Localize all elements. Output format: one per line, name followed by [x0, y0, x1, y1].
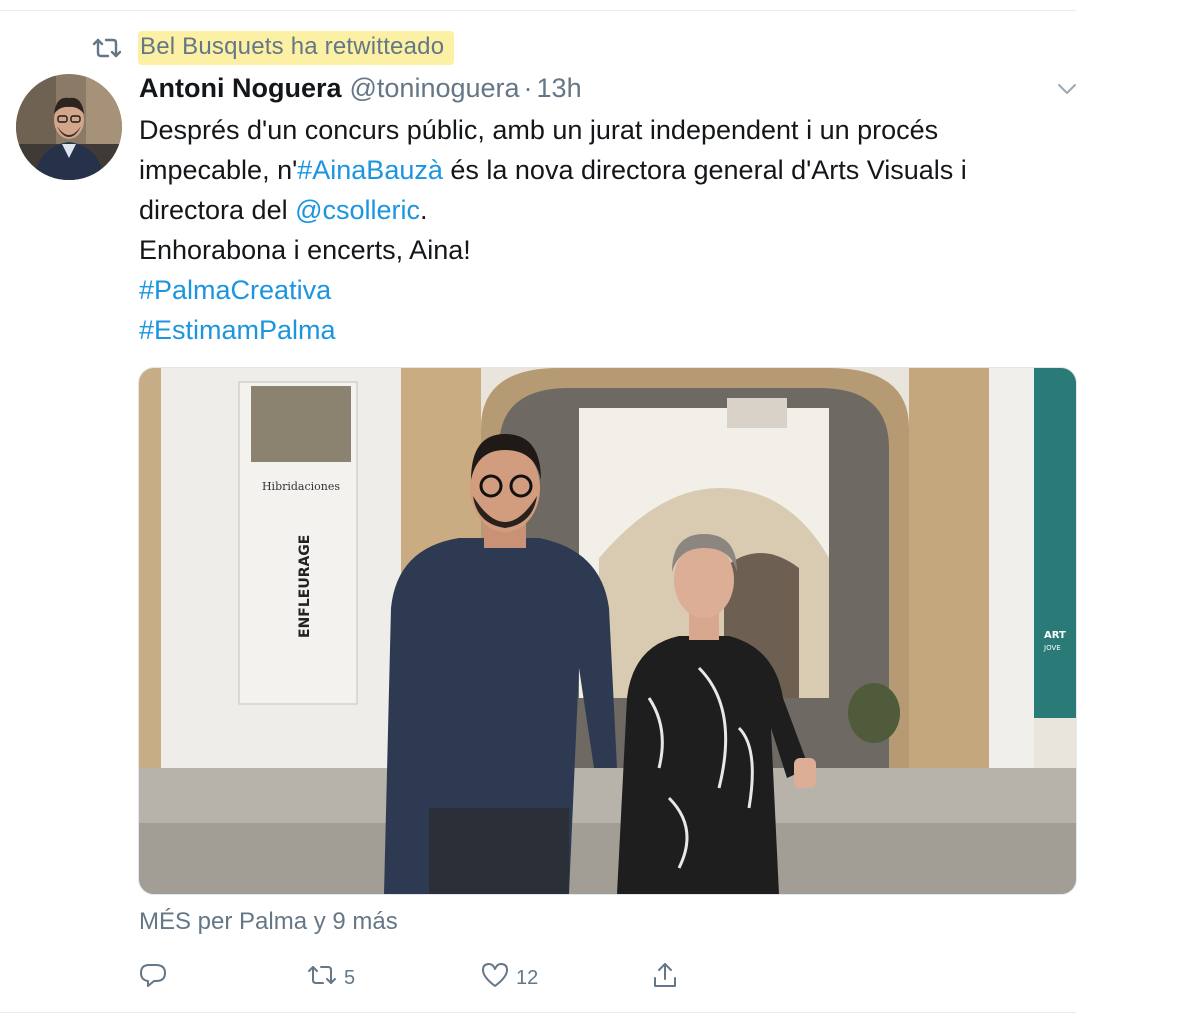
- retweet-icon: [92, 33, 128, 63]
- mention-link[interactable]: @csolleric: [295, 195, 420, 225]
- top-divider: [0, 10, 1076, 11]
- tweet-text-line: impecable, n'#AinaBauzà és la nova direc…: [139, 150, 1069, 190]
- social-context[interactable]: MÉS per Palma y 9 más: [139, 908, 398, 936]
- tweet-text-segment: .: [420, 195, 428, 225]
- retweet-button[interactable]: 5: [306, 956, 355, 1000]
- hashtag-link[interactable]: #AinaBauzà: [297, 155, 443, 185]
- heart-icon: [480, 961, 510, 995]
- author-name[interactable]: Antoni Noguera: [139, 73, 342, 104]
- banner-text: JOVE: [1043, 644, 1061, 652]
- tweet-timestamp[interactable]: 13h: [537, 73, 582, 104]
- tweet-photo[interactable]: Hibridaciones ENFLEURAGE ART JOVE: [138, 367, 1077, 895]
- poster-vertical-text: ENFLEURAGE: [297, 535, 313, 638]
- retweeted-by-text[interactable]: Bel Busquets ha retwitteado: [138, 31, 455, 65]
- banner-text: ART: [1044, 630, 1066, 641]
- tweet-text-line: Enhorabona i encerts, Aina!: [139, 235, 471, 265]
- tweet-text-line: Després d'un concurs públic, amb un jura…: [139, 115, 939, 145]
- retweet-icon: [306, 962, 338, 994]
- tweet-header: Antoni Noguera @toninoguera · 13h: [139, 68, 582, 108]
- tweet-text: Després d'un concurs públic, amb un jura…: [139, 110, 1069, 350]
- tweet-actions: 5 12: [136, 956, 696, 1000]
- retweet-context[interactable]: Bel Busquets ha retwitteado: [92, 28, 455, 68]
- hashtag-link[interactable]: #EstimamPalma: [139, 310, 1069, 350]
- poster-title: Hibridaciones: [262, 480, 340, 493]
- chevron-down-icon[interactable]: [1052, 76, 1082, 102]
- hashtag-link[interactable]: #PalmaCreativa: [139, 270, 1069, 310]
- tweet-text-segment: impecable, n': [139, 155, 298, 185]
- share-icon: [650, 960, 680, 996]
- author-handle[interactable]: @toninoguera: [350, 73, 520, 104]
- retweet-count: 5: [344, 966, 356, 989]
- like-count: 12: [516, 966, 539, 989]
- tweet-page: Bel Busquets ha retwitteado Antoni Nogue…: [0, 0, 1200, 1016]
- reply-button[interactable]: [138, 956, 168, 1000]
- tweet-text-line: directora del @csolleric.: [139, 190, 1069, 230]
- avatar[interactable]: [16, 74, 122, 180]
- tweet-text-segment: directora del: [139, 195, 296, 225]
- tweet-text-segment: és la nova directora general d'Arts Visu…: [442, 155, 967, 185]
- bottom-divider: [0, 1012, 1076, 1013]
- reply-icon: [138, 960, 168, 996]
- share-button[interactable]: [650, 956, 680, 1000]
- like-button[interactable]: 12: [480, 956, 538, 1000]
- header-separator: ·: [523, 72, 533, 103]
